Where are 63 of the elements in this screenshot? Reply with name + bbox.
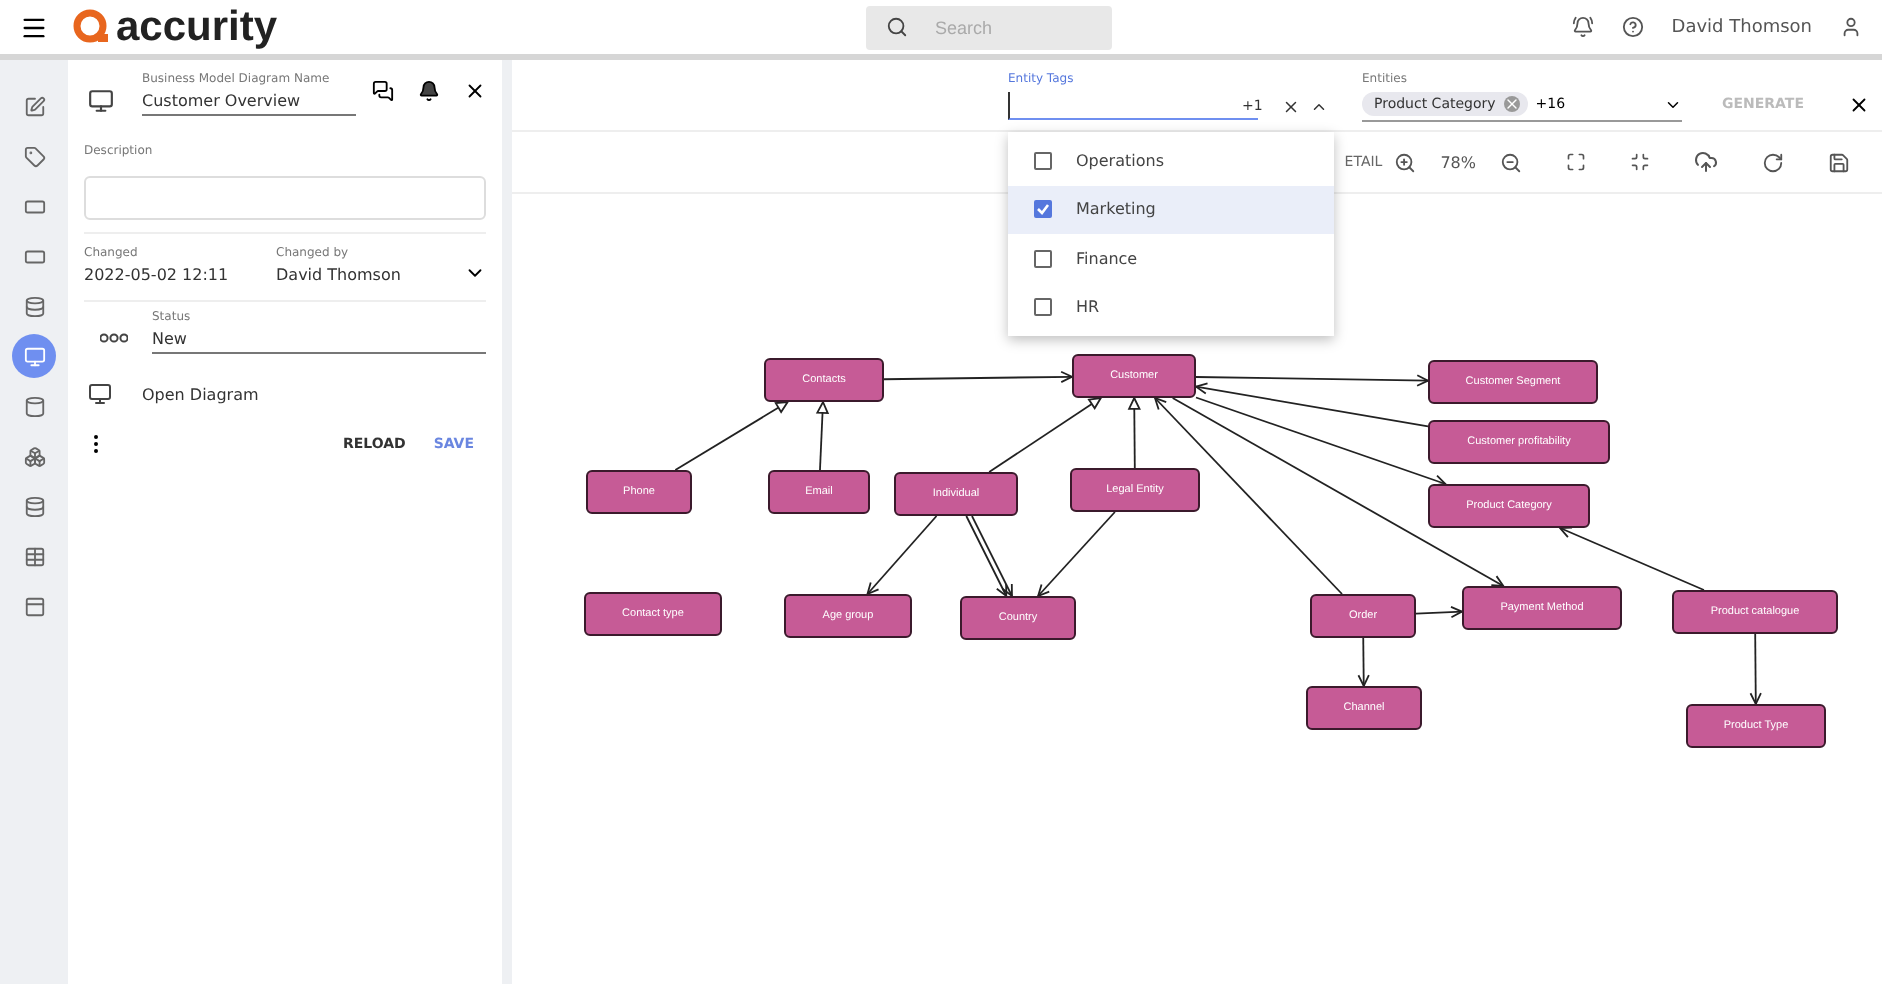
open-diagram-link[interactable]: Open Diagram (142, 385, 259, 403)
remove-icon[interactable] (1503, 96, 1520, 112)
fit-icon[interactable] (1566, 152, 1586, 172)
inheritance-arrow (815, 399, 830, 471)
inheritance-arrow (674, 400, 790, 471)
checkbox[interactable] (1034, 200, 1052, 219)
monitor-icon (23, 345, 45, 367)
edit-icon (23, 95, 45, 117)
inheritance-arrow (988, 396, 1103, 473)
close-icon[interactable] (1848, 94, 1870, 116)
refresh-icon[interactable] (1762, 151, 1784, 173)
pill-icon (23, 195, 45, 217)
panel-icon (23, 595, 45, 617)
checkbox[interactable] (1034, 298, 1052, 317)
user-name[interactable]: David Thomson (1671, 17, 1812, 37)
logo-icon (72, 7, 112, 47)
connector-arrow (1749, 633, 1762, 707)
inheritance-arrow (1127, 395, 1141, 469)
upload-icon[interactable] (1694, 150, 1718, 174)
database-icon (23, 295, 45, 317)
boxes-icon (23, 445, 45, 467)
checkbox[interactable] (1034, 249, 1052, 268)
description-field[interactable] (84, 176, 486, 220)
table-icon (23, 545, 45, 567)
monitor-icon (88, 88, 114, 114)
monitor-icon (88, 382, 112, 406)
cylinder-icon (23, 395, 45, 417)
changed-by-value: David Thomson (276, 266, 403, 284)
status-value[interactable]: New (152, 330, 486, 348)
connector-arrow (1415, 605, 1465, 619)
changed-value: 2022-05-02 12:11 (84, 266, 231, 284)
help-icon[interactable] (1621, 16, 1644, 38)
search-icon (885, 16, 908, 38)
tags-input[interactable] (1008, 92, 1258, 120)
connector-arrow (866, 515, 938, 596)
status-icon (100, 332, 128, 344)
save-icon[interactable] (1828, 151, 1850, 173)
connector-arrow (1036, 511, 1116, 598)
zoom-level: 78% (1440, 153, 1476, 171)
database-icon (23, 495, 45, 517)
tag-option[interactable]: HR (1008, 283, 1334, 332)
tag-option[interactable]: Finance (1008, 234, 1334, 283)
tag-icon (23, 145, 45, 167)
connector-arrow (1357, 637, 1370, 689)
name-value[interactable]: Customer Overview (142, 92, 356, 110)
tag-option[interactable]: Marketing (1008, 185, 1334, 234)
menu-icon[interactable] (20, 13, 48, 41)
brand-name: accurity (116, 3, 278, 51)
comments-icon[interactable] (372, 80, 394, 102)
pill-icon (23, 245, 45, 267)
bell-icon[interactable] (418, 80, 440, 102)
clear-icon[interactable] (1282, 97, 1301, 115)
zoom-in-icon[interactable] (1394, 151, 1417, 173)
checkbox[interactable] (1034, 151, 1052, 170)
sidebar-item[interactable] (12, 334, 56, 378)
close-icon[interactable] (464, 80, 486, 102)
search-input[interactable]: Search (931, 15, 1072, 39)
user-icon[interactable] (1840, 16, 1862, 38)
bell-icon[interactable] (1571, 16, 1594, 38)
search-field[interactable]: Search (865, 5, 1112, 49)
shrink-icon[interactable] (1630, 152, 1650, 172)
tag-option[interactable]: Operations (1008, 136, 1334, 185)
zoom-out-icon[interactable] (1500, 151, 1522, 173)
